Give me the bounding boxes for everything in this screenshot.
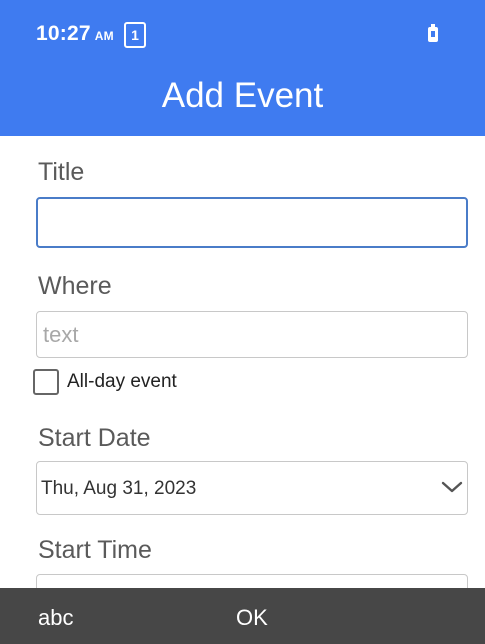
title-input[interactable] [38,199,466,246]
all-day-checkbox[interactable] [33,369,59,395]
start-time-label: Start Time [38,536,152,564]
chevron-down-icon [441,481,463,493]
where-input[interactable] [37,312,467,357]
soft-key-bar: abc OK [0,588,485,644]
status-time: 10:27 AM [36,22,114,46]
start-date-value: Thu, Aug 31, 2023 [41,478,197,499]
battery-charging-icon [428,24,438,42]
softkey-ok[interactable]: OK [236,605,268,631]
status-ampm: AM [94,29,114,43]
title-label: Title [38,158,85,186]
page-title: Add Event [161,76,324,115]
where-field[interactable] [36,311,468,358]
status-time-value: 10:27 [36,22,91,45]
title-field[interactable] [36,197,468,248]
all-day-label: All-day event [67,371,177,392]
where-label: Where [38,272,112,300]
start-date-label: Start Date [38,424,151,452]
app-header: 10:27 AM 1 Add Event [0,0,485,136]
start-date-select[interactable]: Thu, Aug 31, 2023 [36,461,468,515]
softkey-abc[interactable]: abc [38,605,73,631]
notification-count-badge: 1 [124,22,146,48]
